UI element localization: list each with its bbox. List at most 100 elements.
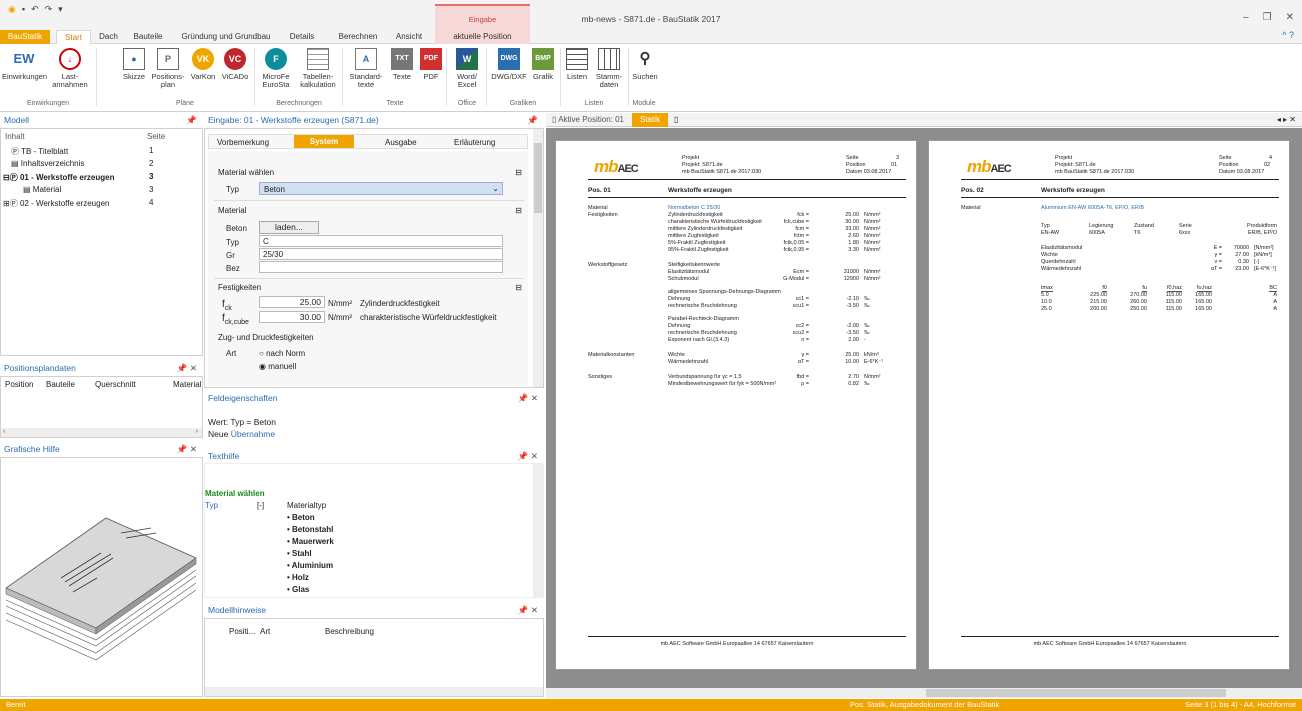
tab-vorbemerkung[interactable]: Vorbemerkung [217, 138, 269, 147]
h-scrollbar[interactable] [205, 687, 543, 696]
viewer-h-scrollbar[interactable] [546, 688, 1302, 698]
fck-input[interactable]: 25.00 [259, 296, 325, 308]
page1-cell-l: Materialkonstanten [588, 352, 635, 358]
tab-details[interactable]: Details [284, 30, 320, 44]
tabellenkalkulation-button[interactable]: Tabellen-kalkulation [296, 48, 340, 89]
mbaec-logo: mbAEC [967, 157, 1012, 176]
page2-prop: E = [1213, 245, 1222, 251]
feld-wert: Wert: Typ = Beton [208, 417, 276, 427]
typ-field[interactable]: C [259, 235, 503, 247]
collapse-icon[interactable]: ⊟ [515, 206, 522, 215]
pin-close-icon[interactable]: 📌 ✕ [518, 603, 538, 617]
page2-th2: f0 [1102, 285, 1107, 292]
tree-item-titelblatt[interactable]: Ⓟ TB - Titelblatt [11, 146, 68, 157]
grafik-button[interactable]: BMP Grafik [530, 48, 556, 81]
page2-td2: 250.00 [1130, 306, 1147, 312]
pin-close-icon[interactable]: 📌 ✕ [518, 449, 538, 463]
page2-prop: 23.00 [1235, 266, 1249, 272]
word-excel-button[interactable]: W Word/Excel [450, 48, 484, 89]
mbaec-logo: mbAEC [594, 157, 639, 176]
tree-item-pos02[interactable]: ⊞Ⓟ 02 - Werkstoffe erzeugen [3, 198, 109, 209]
page1-cell-s: fck,cube = [783, 219, 809, 225]
collapse-icon[interactable]: ⊟ [515, 283, 522, 292]
standardtexte-button[interactable]: A Standard-texte [346, 48, 386, 89]
page1-cell-s: fctm = [793, 233, 809, 239]
title-bar: ◉ ▪ ↶ ↷ ▾ Eingabe mb-news - S871.de - Ba… [0, 0, 1302, 30]
collapse-icon[interactable]: ⊟ [515, 168, 522, 177]
vicado-button[interactable]: VC ViCADo [218, 48, 252, 81]
page1-cell-s: fcm = [795, 226, 809, 232]
tab-aktuelle-position[interactable]: aktuelle Position [435, 30, 530, 44]
tab-aktive-position[interactable]: ▯ Aktive Position: 01 [552, 115, 624, 124]
tab-bauteile[interactable]: Bauteile [126, 30, 170, 44]
new-tab-icon[interactable]: ▯ [674, 115, 678, 124]
page1-cell-u: N/mm² [864, 212, 881, 218]
pin-icon[interactable]: 📌 [527, 113, 538, 127]
page1-cell-c: mittlere Zylinderdruckfestigkeit [668, 226, 743, 232]
texthilfe-panel: Material wählen Typ [-] Materialtyp • Be… [204, 463, 544, 598]
eingabe-form: Material wählen ⊟ Typ Beton ⌄ Material ⊟ … [208, 151, 528, 386]
einwirkungen-button[interactable]: EW Einwirkungen [2, 48, 47, 81]
table-icon [307, 48, 329, 70]
page2-th2: f0,haz [1167, 285, 1182, 292]
gr-field[interactable]: 25/30 [259, 248, 503, 260]
page2-prop: [kN/m³] [1254, 252, 1272, 258]
tree-item-material[interactable]: ▤ Material [23, 185, 61, 194]
microfe-button[interactable]: F MicroFe EuroSta [257, 48, 295, 89]
restore-icon[interactable]: ❐ [1263, 12, 1272, 23]
tab-ausgabe[interactable]: Ausgabe [385, 138, 417, 147]
radio-manuell[interactable]: ◉ manuell [259, 362, 296, 371]
h-scrollbar[interactable]: ‹ › [1, 428, 202, 437]
minimize-icon[interactable]: – [1243, 12, 1249, 23]
page1-cell-c: Steifigkeitskennwerte [668, 262, 720, 268]
tab-gruendung[interactable]: Gründung und Grundbau [174, 30, 278, 44]
tab-dach[interactable]: Dach [96, 30, 121, 44]
page1-cell-v: -2.10 [846, 296, 859, 302]
page1-cell-u: ‰ [864, 303, 870, 309]
page2-td: EN-AW [1041, 230, 1060, 236]
viewer-nav[interactable]: ◂ ▸ ✕ [1277, 115, 1296, 124]
page1-cell-v: 2.70 [848, 374, 859, 380]
listen-button[interactable]: Listen [562, 48, 592, 81]
page2-td: T6 [1134, 230, 1141, 236]
page1-cell-v: -3.50 [846, 330, 859, 336]
tab-ansicht[interactable]: Ansicht [388, 30, 430, 44]
page1-cell-u: ‰ [864, 381, 870, 387]
tree-item-inhaltsverzeichnis[interactable]: ▤ Inhaltsverzeichnis [11, 159, 84, 168]
v-scrollbar[interactable] [533, 129, 543, 387]
page1-cell-l: Sonstiges [588, 374, 613, 380]
positionsplan-button[interactable]: P Positions-plan [150, 48, 186, 89]
pin-close-icon[interactable]: 📌 ✕ [177, 442, 197, 456]
page1-cell-u: N/mm² [864, 233, 881, 239]
laden-button[interactable]: laden... [259, 221, 319, 234]
tree-item-pos01[interactable]: ⊟Ⓟ 01 - Werkstoffe erzeugen [3, 172, 114, 183]
dwg-dxf-button[interactable]: DWG DWG/DXF [488, 48, 530, 81]
bez-field[interactable] [259, 261, 503, 273]
page1-cell-u: N/mm² [864, 276, 881, 282]
tab-berechnen[interactable]: Berechnen [334, 30, 382, 44]
positionsplandaten-table: Position Bauteile Querschnitt Material ‹… [0, 376, 203, 438]
lastannahmen-button[interactable]: ↓ Last-annahmen [48, 48, 92, 89]
microfe-icon: F [265, 48, 287, 70]
stammdaten-button[interactable]: Stamm-daten [592, 48, 626, 89]
tab-baustatik[interactable]: BauStatik [0, 30, 50, 44]
tab-erlaeuterung[interactable]: Erläuterung [454, 138, 495, 147]
suchen-button[interactable]: ⚲ Suchen [630, 48, 660, 81]
v-scrollbar[interactable] [533, 464, 543, 597]
uebernahme-link[interactable]: Übernahme [231, 429, 275, 439]
close-icon[interactable]: ✕ [1286, 12, 1294, 23]
pin-icon[interactable]: 📌 [186, 113, 197, 127]
varkon-button[interactable]: VK VarKon [188, 48, 218, 81]
texte-button[interactable]: TXT Texte [388, 48, 416, 81]
pdf-button[interactable]: PDF PDF [418, 48, 444, 81]
pin-close-icon[interactable]: 📌 ✕ [518, 391, 538, 405]
tab-start[interactable]: Start [56, 30, 91, 45]
skizze-button[interactable]: ● Skizze [118, 48, 150, 81]
pin-close-icon[interactable]: 📌 ✕ [177, 361, 197, 375]
typ-select[interactable]: Beton ⌄ [259, 182, 503, 195]
tab-system[interactable]: System [294, 135, 354, 148]
ribbon-collapse-icon[interactable]: ^ ? [1282, 30, 1294, 40]
fck-cube-input[interactable]: 30.00 [259, 311, 325, 323]
tab-statik[interactable]: Statik [632, 113, 668, 127]
radio-nach-norm[interactable]: ○ nach Norm [259, 349, 305, 358]
